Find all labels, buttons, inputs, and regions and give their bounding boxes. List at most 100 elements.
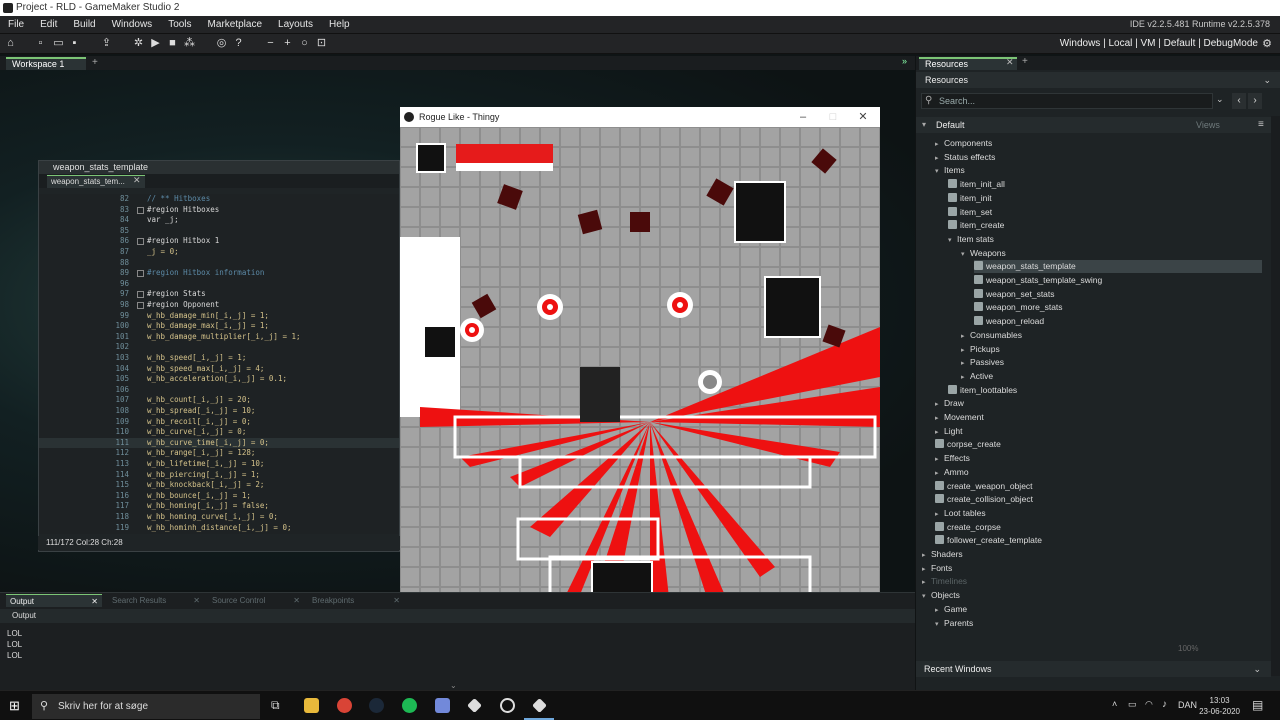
fold-toggle-icon[interactable] <box>137 270 144 278</box>
resource-folder-item[interactable]: ▸ Light <box>935 425 1262 438</box>
views-button[interactable]: Views <box>1196 117 1220 133</box>
tab-weapon-stats-template[interactable]: weapon_stats_tem... <box>47 175 145 188</box>
resource-folder-item[interactable]: ▾ Objects <box>922 589 1262 602</box>
code-line[interactable]: 100 w_hb_damage_max[_i,_j] = 1; <box>39 321 399 332</box>
chevron-up-icon[interactable]: ˄ <box>1112 699 1117 709</box>
code-line[interactable]: 112 w_hb_range[_i,_j] = 128; <box>39 448 399 459</box>
close-tab-icon[interactable]: ✕ <box>91 595 98 608</box>
game-window-titlebar[interactable]: Rogue Like - Thingy – □ ✕ <box>400 107 880 127</box>
code-line[interactable]: 83 #region Hitboxes <box>39 205 399 216</box>
resource-folder-item[interactable]: ▸ Consumables <box>961 329 1262 342</box>
taskbar-search[interactable]: ⚲ Skriv her for at søge <box>32 694 260 719</box>
recent-windows[interactable]: Recent Windows ⌄ <box>916 661 1271 677</box>
expanded-arrow-icon[interactable]: ▾ <box>935 165 944 178</box>
collapsed-arrow-icon[interactable]: ▸ <box>922 549 931 562</box>
code-line[interactable]: 87 _j = 0; <box>39 247 399 258</box>
close-tab-icon[interactable]: ✕ <box>293 594 300 607</box>
fold-toggle-icon[interactable] <box>137 291 144 299</box>
expanded-arrow-icon[interactable]: ▾ <box>922 590 931 603</box>
run-icon[interactable]: ▶ <box>149 37 162 50</box>
collapsed-arrow-icon[interactable]: ▸ <box>961 330 970 343</box>
code-area[interactable]: 82 // ** Hitboxes 83 #region Hitboxes 84 var … <box>39 194 399 534</box>
open-project-icon[interactable]: ▭ <box>52 37 65 50</box>
resource-script-item[interactable]: weapon_stats_template <box>974 260 1262 274</box>
code-line[interactable]: 118 w_hb_homing_curve[_i,_j] = 0; <box>39 512 399 523</box>
game-viewport[interactable] <box>400 127 880 607</box>
menu-file[interactable]: File <box>0 16 32 33</box>
back-icon[interactable]: ‹ <box>1232 93 1246 109</box>
collapsed-arrow-icon[interactable]: ▸ <box>935 508 944 521</box>
collapsed-arrow-icon[interactable]: ▸ <box>922 576 931 589</box>
close-tab-icon[interactable]: ✕ <box>1006 57 1014 68</box>
code-line[interactable]: 86 #region Hitbox 1 <box>39 236 399 247</box>
close-tab-icon[interactable]: ✕ <box>193 594 200 607</box>
menu-edit[interactable]: Edit <box>32 16 65 33</box>
resource-folder-item[interactable]: ▸ Active <box>961 370 1262 383</box>
menu-tools[interactable]: Tools <box>160 16 199 33</box>
code-line[interactable]: 103 w_hb_speed[_i,_j] = 1; <box>39 353 399 364</box>
resource-folder-item[interactable]: ▸ Passives <box>961 356 1262 369</box>
collapsed-arrow-icon[interactable]: ▸ <box>935 398 944 411</box>
resource-folder-item[interactable]: ▾ Item stats <box>948 233 1262 246</box>
zoom-reset-icon[interactable]: ○ <box>298 37 311 50</box>
code-line[interactable]: 82 // ** Hitboxes <box>39 194 399 205</box>
resources-header[interactable]: Resources ⌄ <box>916 72 1280 88</box>
collapsed-arrow-icon[interactable]: ▸ <box>935 453 944 466</box>
collapsed-arrow-icon[interactable]: ▸ <box>935 467 944 480</box>
stop-icon[interactable]: ■ <box>166 37 179 50</box>
menu-layouts[interactable]: Layouts <box>270 16 321 33</box>
code-window-title[interactable]: weapon_stats_template <box>39 161 399 174</box>
target-selector[interactable]: Windows | Local | VM | Default | DebugMo… <box>1060 34 1258 54</box>
volume-icon[interactable]: ♪ <box>1162 699 1167 710</box>
resource-script-item[interactable]: item_create <box>948 219 1262 232</box>
chrome-icon[interactable] <box>337 698 352 713</box>
save-icon[interactable]: ▪ <box>68 37 81 50</box>
chevron-right-icon[interactable]: » <box>902 56 907 66</box>
code-line[interactable]: 117 w_hb_homing[_i,_j] = false; <box>39 501 399 512</box>
zoom-in-icon[interactable]: + <box>281 37 294 50</box>
menu-help[interactable]: Help <box>321 16 358 33</box>
code-line[interactable]: 97 #region Stats <box>39 289 399 300</box>
code-line[interactable]: 85 <box>39 226 399 237</box>
resource-search-input[interactable]: Search... <box>921 93 1213 109</box>
wifi-icon[interactable]: ◠ <box>1145 699 1153 710</box>
language-indicator[interactable]: DAN <box>1178 700 1197 710</box>
resource-folder-item[interactable]: ▾ Items <box>935 164 1262 177</box>
resource-script-item[interactable]: weapon_stats_template_swing <box>974 274 1262 287</box>
collapse-arrow-icon[interactable]: ▾ <box>922 117 926 133</box>
menu-windows[interactable]: Windows <box>104 16 161 33</box>
new-project-icon[interactable]: ▫ <box>34 37 47 50</box>
chevron-down-icon[interactable]: ⌄ <box>1216 94 1224 105</box>
clean-icon[interactable]: ⁂ <box>183 37 196 50</box>
tab-search-results[interactable]: Search Results ✕ <box>108 594 204 607</box>
resource-script-item[interactable]: follower_create_template <box>935 534 1262 547</box>
code-line[interactable]: 106 <box>39 385 399 396</box>
resource-folder-item[interactable]: ▸ Ammo <box>935 466 1262 479</box>
spotify-icon[interactable] <box>402 698 417 713</box>
resource-script-item[interactable]: item_init <box>948 192 1262 205</box>
resource-script-item[interactable]: create_weapon_object <box>935 480 1262 493</box>
expanded-arrow-icon[interactable]: ▾ <box>935 618 944 631</box>
resource-folder-item[interactable]: ▾ Parents <box>935 617 1262 630</box>
resource-folder-item[interactable]: ▸ Status effects <box>935 151 1262 164</box>
code-line[interactable]: 111 w_hb_curve_time[_i,_j] = 0; <box>39 437 399 449</box>
expanded-arrow-icon[interactable]: ▾ <box>948 234 957 247</box>
close-tab-icon[interactable]: ✕ <box>393 594 400 607</box>
debug-icon[interactable]: ✲ <box>132 37 145 50</box>
windows-start-icon[interactable]: ⊞ <box>9 698 20 714</box>
close-tab-icon[interactable]: ✕ <box>133 175 141 186</box>
zoom-fit-icon[interactable]: ⊡ <box>315 37 328 50</box>
code-line[interactable]: 104 w_hb_speed_max[_i,_j] = 4; <box>39 364 399 375</box>
collapsed-arrow-icon[interactable]: ▸ <box>935 604 944 617</box>
zoom-out-icon[interactable]: − <box>264 37 277 50</box>
code-line[interactable]: 89 #region Hitbox information <box>39 268 399 279</box>
collapsed-arrow-icon[interactable]: ▸ <box>935 426 944 439</box>
resource-folder-item[interactable]: ▸ Game <box>935 603 1262 616</box>
chevron-down-icon[interactable]: ⌄ <box>450 681 457 690</box>
fold-toggle-icon[interactable] <box>137 206 144 214</box>
close-icon[interactable]: ✕ <box>848 107 878 127</box>
collapsed-arrow-icon[interactable]: ▸ <box>935 152 944 165</box>
code-line[interactable]: 110 w_hb_curve[_i,_j] = 0; <box>39 427 399 438</box>
minimize-icon[interactable]: – <box>788 107 818 127</box>
add-tab-icon[interactable]: + <box>1022 56 1028 67</box>
